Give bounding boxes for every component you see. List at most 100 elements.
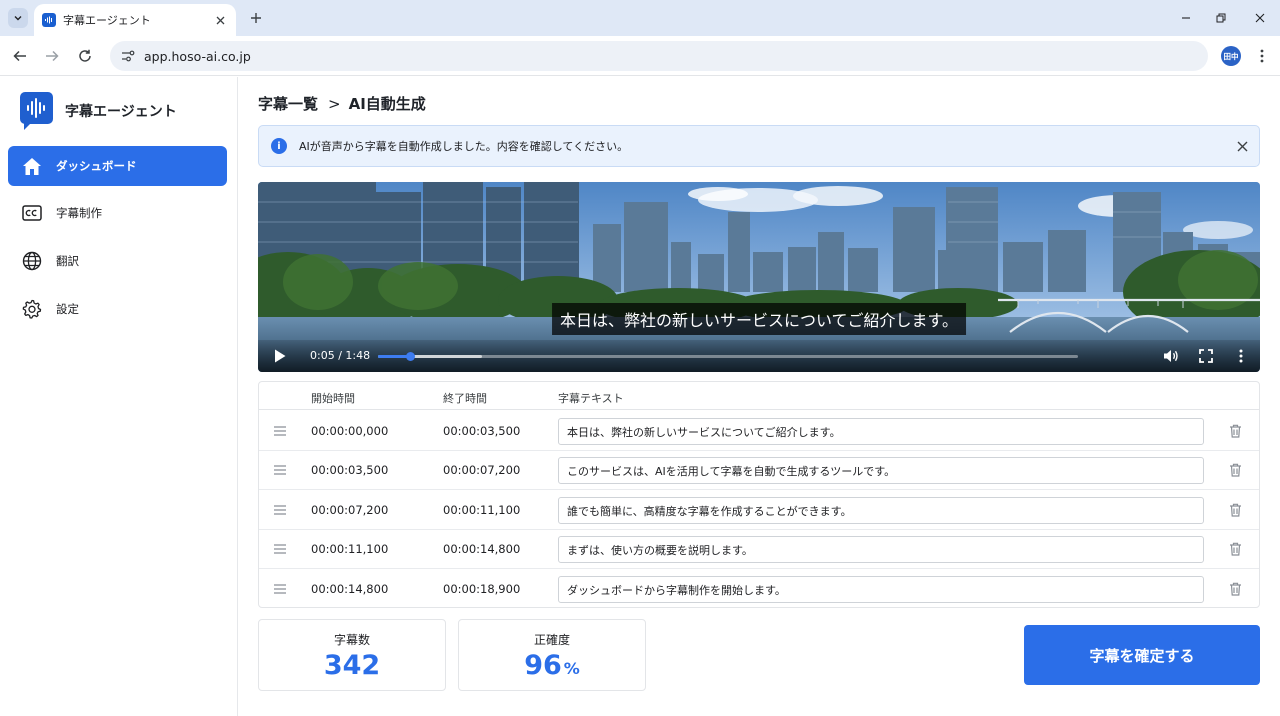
delete-row-button[interactable] (1227, 581, 1243, 597)
profile-avatar[interactable]: 田中 (1221, 46, 1241, 66)
end-time-cell: 00:00:03,500 (443, 424, 521, 438)
accuracy-unit: % (563, 659, 580, 678)
confirm-subtitles-button[interactable]: 字幕を確定する (1024, 625, 1260, 685)
subtitle-text-input[interactable] (558, 497, 1204, 524)
browser-menu-button[interactable] (1256, 46, 1268, 66)
table-header: 開始時間 終了時間 字幕テキスト (259, 382, 1259, 410)
play-icon (275, 349, 286, 363)
tab-search-button[interactable] (8, 8, 28, 28)
table-row: 00:00:00,000 00:00:03,500 (259, 411, 1259, 451)
volume-button[interactable] (1162, 347, 1180, 365)
trash-icon (1229, 424, 1241, 438)
tab-title: 字幕エージェント (63, 14, 151, 27)
breadcrumb-separator: > (328, 94, 341, 113)
play-button[interactable] (272, 348, 288, 364)
brand-name: 字幕エージェント (65, 104, 177, 120)
browser-toolbar: app.hoso-ai.co.jp 田中 (0, 36, 1280, 76)
video-player[interactable]: 本日は、弊社の新しいサービスについてご紹介します。 0:05 / 1:48 (258, 182, 1260, 372)
table-row: 00:00:03,500 00:00:07,200 (259, 450, 1259, 490)
sidebar-item-label: 字幕制作 (56, 206, 102, 220)
breadcrumb: 字幕一覧 > AI自動生成 (258, 93, 426, 114)
browser-tab[interactable]: 字幕エージェント (34, 4, 236, 36)
restore-button[interactable] (1206, 6, 1236, 30)
drag-handle-icon[interactable] (273, 504, 287, 516)
alert-message: AIが音声から字幕を自動作成しました。内容を確認してください。 (299, 140, 629, 153)
drag-handle-icon[interactable] (273, 464, 287, 476)
table-row: 00:00:07,200 00:00:11,100 (259, 490, 1259, 530)
drag-handle-icon[interactable] (273, 425, 287, 437)
close-icon (1237, 141, 1247, 151)
back-button[interactable] (8, 44, 32, 68)
start-time-cell: 00:00:00,000 (311, 424, 389, 438)
home-icon (21, 155, 43, 177)
drag-handle-icon[interactable] (273, 543, 287, 555)
delete-row-button[interactable] (1227, 541, 1243, 557)
subtitle-text-input[interactable] (558, 418, 1204, 445)
arrow-right-icon (46, 50, 59, 62)
sidebar-item-translation[interactable]: 翻訳 (8, 241, 227, 281)
alert-close-button[interactable] (1231, 135, 1253, 157)
url-text: app.hoso-ai.co.jp (144, 48, 251, 64)
address-bar[interactable]: app.hoso-ai.co.jp (110, 41, 1208, 71)
close-icon (216, 16, 224, 24)
column-header-end-time: 終了時間 (443, 392, 487, 405)
volume-icon (1164, 350, 1178, 362)
column-header-start-time: 開始時間 (311, 392, 355, 405)
delete-row-button[interactable] (1227, 502, 1243, 518)
accuracy-label: 正確度 (533, 633, 570, 647)
sidebar-item-label: 設定 (56, 302, 79, 316)
info-icon: i (271, 138, 287, 154)
trash-icon (1229, 542, 1241, 556)
progress-scrubber-handle[interactable] (406, 351, 416, 361)
app-logo-icon (20, 92, 53, 130)
video-more-button[interactable] (1232, 347, 1250, 365)
brand[interactable]: 字幕エージェント (20, 92, 177, 130)
sidebar-item-label: 翻訳 (56, 254, 79, 268)
fullscreen-button[interactable] (1197, 347, 1215, 365)
sidebar: 字幕エージェント ダッシュボード 字幕制作 翻訳 設定 (0, 77, 238, 716)
subtitle-text-input[interactable] (558, 576, 1204, 603)
delete-row-button[interactable] (1227, 423, 1243, 439)
sidebar-item-subtitle-production[interactable]: 字幕制作 (8, 193, 227, 233)
subtitle-text-input[interactable] (558, 536, 1204, 563)
accuracy-card: 正確度 96% (458, 619, 646, 691)
video-controls: 0:05 / 1:48 (258, 340, 1260, 372)
end-time-cell: 00:00:18,900 (443, 582, 521, 596)
subtitle-table: 開始時間 終了時間 字幕テキスト 00:00:00,000 00:00:03,5… (258, 381, 1260, 608)
minimize-icon (1182, 17, 1190, 19)
trash-icon (1229, 503, 1241, 517)
reload-button[interactable] (73, 44, 97, 68)
video-progress-bar[interactable] (378, 351, 1078, 361)
drag-handle-icon[interactable] (273, 583, 287, 595)
tab-close-button[interactable] (212, 12, 228, 28)
reload-icon (79, 49, 91, 62)
chevron-down-icon (14, 16, 22, 21)
column-header-subtitle-text: 字幕テキスト (558, 392, 624, 405)
end-time-cell: 00:00:11,100 (443, 503, 521, 517)
browser-tab-strip: 字幕エージェント (0, 0, 1280, 36)
window-close-button[interactable] (1245, 6, 1275, 30)
end-time-cell: 00:00:14,800 (443, 542, 521, 556)
minimize-button[interactable] (1171, 6, 1201, 30)
restore-icon (1216, 13, 1226, 23)
site-info-icon[interactable] (118, 46, 138, 66)
info-alert: i AIが音声から字幕を自動作成しました。内容を確認してください。 (258, 125, 1260, 167)
subtitle-count-label: 字幕数 (333, 633, 370, 647)
start-time-cell: 00:00:14,800 (311, 582, 389, 596)
forward-button[interactable] (40, 44, 64, 68)
sidebar-item-settings[interactable]: 設定 (8, 289, 227, 329)
table-row: 00:00:14,800 00:00:18,900 (259, 569, 1259, 609)
delete-row-button[interactable] (1227, 462, 1243, 478)
breadcrumb-parent-link[interactable]: 字幕一覧 (258, 93, 318, 114)
subtitle-text-input[interactable] (558, 457, 1204, 484)
sidebar-item-dashboard[interactable]: ダッシュボード (8, 146, 227, 186)
subtitle-count-value: 342 (323, 650, 381, 681)
arrow-left-icon (13, 50, 26, 62)
accuracy-value-wrap: 96% (459, 650, 645, 681)
plus-icon (251, 13, 261, 23)
video-caption: 本日は、弊社の新しいサービスについてご紹介します。 (552, 303, 966, 335)
close-icon (1255, 13, 1265, 23)
new-tab-button[interactable] (246, 8, 266, 28)
end-time-cell: 00:00:07,200 (443, 463, 521, 477)
start-time-cell: 00:00:11,100 (311, 542, 389, 556)
